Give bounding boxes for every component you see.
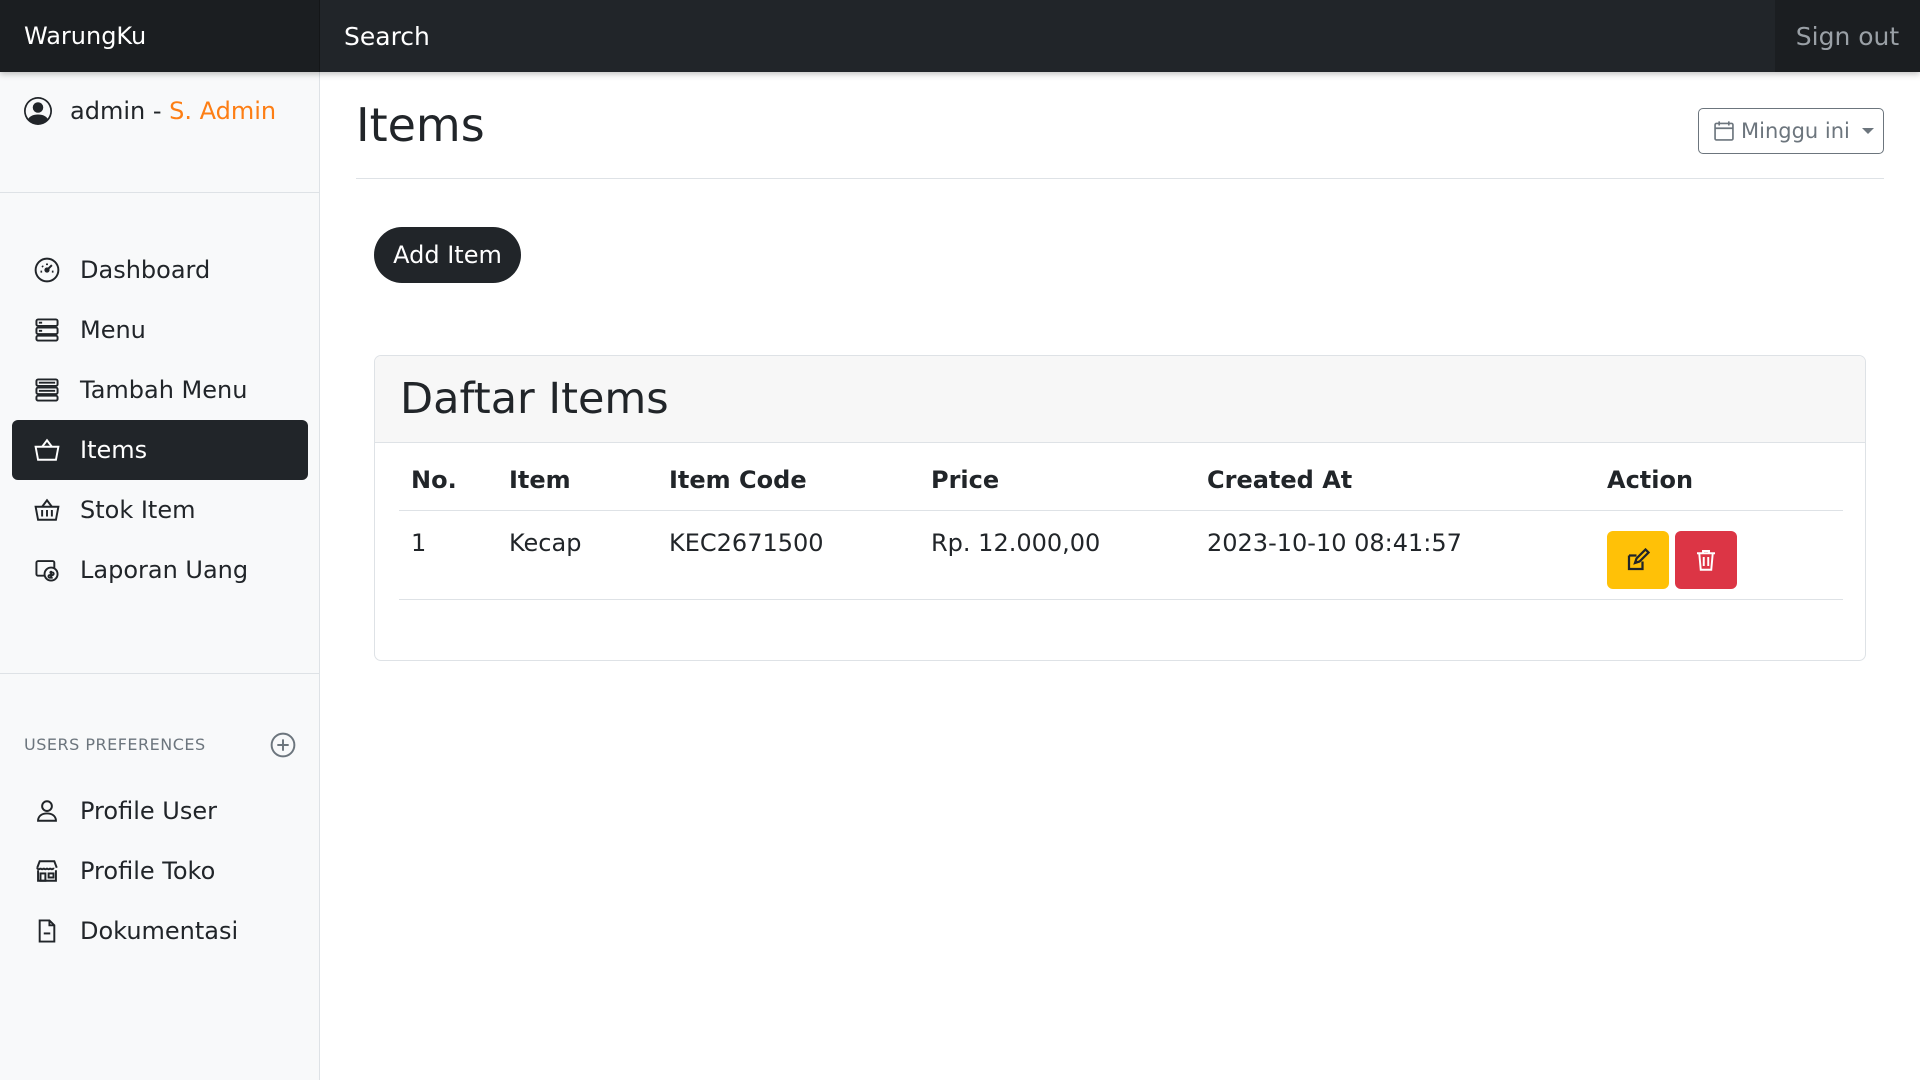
plus-circle-icon[interactable] [270,732,296,758]
section-title-users-preferences: USERS PREFERENCES [24,735,206,754]
search-input[interactable] [320,0,1775,72]
sign-out-link[interactable]: Sign out [1775,0,1920,72]
document-icon [38,919,56,943]
sidebar-item-dashboard[interactable]: Dashboard [12,240,308,300]
column-header-action: Action [1607,466,1694,494]
person-icon [37,800,57,822]
top-navbar: WarungKu Sign out [0,0,1920,72]
menu-list-icon [35,318,59,342]
sidebar: admin - S. Admin Dashboard Menu Tambah M… [0,72,320,1080]
user-role: S. Admin [169,97,277,125]
sidebar-item-profile-user[interactable]: Profile User [12,781,308,841]
user-name: admin [70,97,146,125]
edit-icon [1627,548,1650,571]
sidebar-item-laporan-uang[interactable]: Laporan Uang [12,540,308,600]
sidebar-item-items[interactable]: Items [12,420,308,480]
column-header-price: Price [931,466,1000,494]
sidebar-item-label: Profile User [80,797,217,825]
page-title: Items [356,98,485,152]
cell-created-at: 2023-10-10 08:41:57 [1207,529,1462,557]
sidebar-item-label: Dashboard [80,256,211,284]
sidebar-divider [0,192,320,193]
header-divider [399,510,1843,511]
sidebar-item-menu[interactable]: Menu [12,300,308,360]
cell-item-code: KEC2671500 [669,529,824,557]
calendar-icon [1714,121,1734,141]
card-title: Daftar Items [375,356,1865,443]
sidebar-divider [0,673,320,674]
sidebar-item-label: Profile Toko [80,857,216,885]
brand-logo[interactable]: WarungKu [0,0,320,72]
date-range-label: Minggu ini [1741,119,1850,143]
basket-icon [34,438,60,461]
sidebar-item-label: Dokumentasi [80,917,239,945]
stock-basket-icon [34,498,60,521]
cell-price: Rp. 12.000,00 [931,529,1101,557]
column-header-no: No. [411,466,457,494]
title-divider [356,178,1884,179]
cell-no: 1 [411,529,427,557]
caret-down-icon [1861,128,1874,134]
column-header-created-at: Created At [1207,466,1353,494]
sidebar-item-dokumentasi[interactable]: Dokumentasi [12,901,308,961]
user-info: admin - S. Admin [24,97,276,125]
sidebar-item-tambah-menu[interactable]: Tambah Menu [12,360,308,420]
delete-button[interactable] [1675,531,1737,589]
sidebar-item-label: Menu [80,316,146,344]
sidebar-item-label: Stok Item [80,496,196,524]
add-item-button[interactable]: Add Item [374,227,521,283]
items-card: Daftar Items No. Item Item Code Price Cr… [374,355,1866,661]
sidebar-item-stok-item[interactable]: Stok Item [12,480,308,540]
add-menu-icon [35,378,59,402]
edit-button[interactable] [1607,531,1669,589]
shop-icon [36,860,58,882]
sidebar-item-label: Laporan Uang [80,556,249,584]
date-range-dropdown[interactable]: Minggu ini [1698,108,1884,154]
row-divider [399,599,1843,600]
trash-icon [1697,550,1715,571]
cell-item: Kecap [509,529,582,557]
speedometer-icon [34,257,60,283]
money-report-icon [35,560,59,582]
user-circle-icon [24,97,52,125]
column-header-item-code: Item Code [669,466,807,494]
column-header-item: Item [509,466,571,494]
user-separator: - [145,97,170,125]
sidebar-item-label: Items [80,436,148,464]
sidebar-item-profile-toko[interactable]: Profile Toko [12,841,308,901]
sidebar-item-label: Tambah Menu [80,376,248,404]
